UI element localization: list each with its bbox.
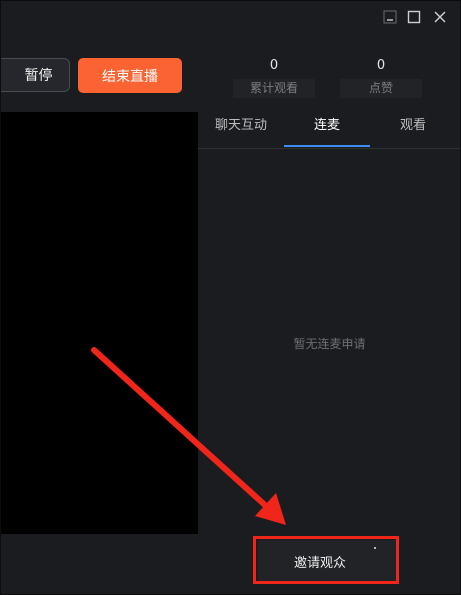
total-views-label: 累计观看 bbox=[233, 79, 315, 98]
close-icon[interactable] bbox=[431, 8, 449, 26]
minimize-icon[interactable] bbox=[381, 8, 399, 26]
invite-audience-button[interactable]: 邀请观众 bbox=[258, 540, 398, 583]
pause-button[interactable]: 暂停 bbox=[0, 58, 70, 92]
video-preview bbox=[0, 112, 198, 534]
tab-chat[interactable]: 聊天互动 bbox=[198, 112, 284, 148]
end-live-button[interactable]: 结束直播 bbox=[78, 58, 182, 93]
total-views-count: 0 bbox=[269, 58, 279, 73]
tab-co-host[interactable]: 连麦 bbox=[284, 112, 370, 148]
empty-state-message: 暂无连麦申请 bbox=[293, 337, 366, 351]
tab-viewers[interactable]: 观看 bbox=[370, 112, 456, 148]
panel-tabs: 聊天互动 连麦 观看 bbox=[198, 112, 461, 149]
likes-count: 0 bbox=[376, 58, 386, 73]
title-bar bbox=[0, 0, 461, 36]
likes-label: 点赞 bbox=[340, 79, 422, 98]
active-tab-indicator bbox=[284, 145, 370, 147]
cursor-dot bbox=[374, 547, 376, 549]
maximize-icon[interactable] bbox=[405, 8, 423, 26]
